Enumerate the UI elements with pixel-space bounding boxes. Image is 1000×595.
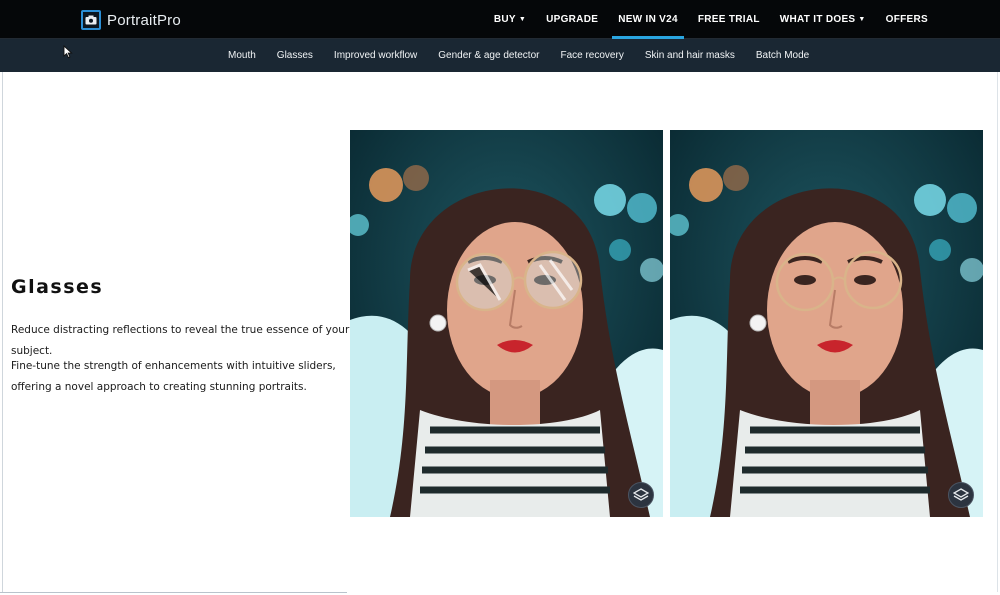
compare-layers-button[interactable] <box>948 482 974 508</box>
camera-icon <box>81 10 101 30</box>
feature-subnav-bar: Mouth Glasses Improved workflow Gender &… <box>0 39 1000 72</box>
nav-offers-label: OFFERS <box>885 14 928 25</box>
nav-free-trial-label: FREE TRIAL <box>697 14 760 25</box>
layers-icon <box>953 488 969 501</box>
subnav-skin-hair-masks[interactable]: Skin and hair masks <box>645 50 735 61</box>
nav-buy[interactable]: BUY ▼ <box>494 0 526 39</box>
section-paragraph-2: Fine-tune the strength of enhancements w… <box>11 360 336 393</box>
caret-down-icon: ▼ <box>518 16 527 23</box>
nav-what-it-does-label: WHAT IT DOES <box>779 14 856 25</box>
mouse-cursor-icon <box>63 45 73 59</box>
nav-upgrade[interactable]: UPGRADE <box>546 0 598 39</box>
layers-icon <box>633 488 649 501</box>
subnav-face-recovery[interactable]: Face recovery <box>560 50 623 61</box>
subnav-gender-age-detector[interactable]: Gender & age detector <box>438 50 539 61</box>
before-photo <box>350 130 663 517</box>
nav-new-in-v24[interactable]: NEW IN V24 <box>612 0 684 39</box>
subnav-glasses[interactable]: Glasses <box>277 50 313 61</box>
feature-subnav: Mouth Glasses Improved workflow Gender &… <box>228 39 830 72</box>
subnav-mouth[interactable]: Mouth <box>228 50 256 61</box>
nav-offers[interactable]: OFFERS <box>886 0 928 39</box>
nav-what-it-does[interactable]: WHAT IT DOES ▼ <box>780 0 866 39</box>
brand-logo[interactable]: PortraitPro <box>81 9 181 31</box>
brand-name: PortraitPro <box>107 11 181 29</box>
page-border-left <box>2 72 3 592</box>
nav-buy-label: BUY <box>493 14 516 25</box>
subnav-batch-mode[interactable]: Batch Mode <box>756 50 809 61</box>
caret-down-icon: ▼ <box>858 16 866 23</box>
nav-new-label: NEW IN V24 <box>618 14 678 25</box>
top-navigation-bar: PortraitPro BUY ▼ UPGRADE NEW IN V24 FREE… <box>0 0 1000 39</box>
portrait-illustration-before <box>350 130 663 517</box>
main-menu: BUY ▼ UPGRADE NEW IN V24 FREE TRIAL WHAT … <box>474 0 928 39</box>
section-title: Glasses <box>11 276 104 298</box>
nav-free-trial[interactable]: FREE TRIAL <box>698 0 760 39</box>
after-photo <box>670 130 983 517</box>
page-border-right <box>997 72 998 592</box>
nav-upgrade-label: UPGRADE <box>546 14 599 25</box>
compare-layers-button[interactable] <box>628 482 654 508</box>
subnav-improved-workflow[interactable]: Improved workflow <box>334 50 417 61</box>
portrait-illustration-after <box>670 130 983 517</box>
page-border-bottom <box>0 592 347 593</box>
